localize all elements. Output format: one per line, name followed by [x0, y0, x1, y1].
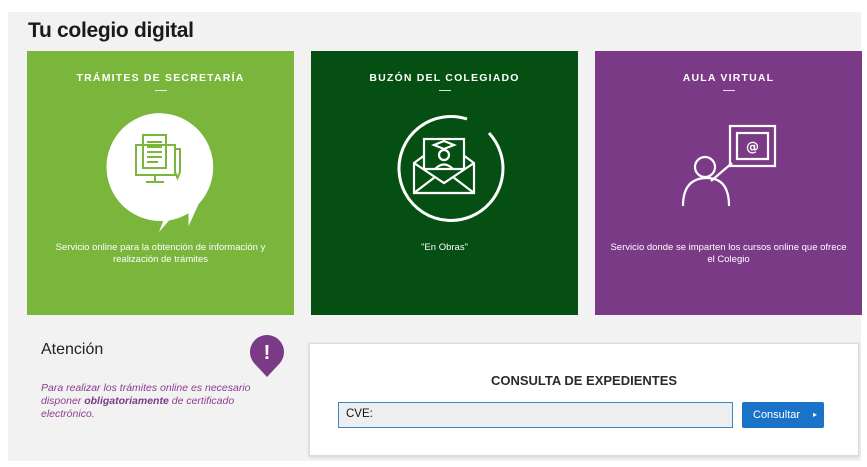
card-description: "En Obras"	[421, 242, 468, 253]
atencion-title: Atención	[41, 341, 104, 358]
exclamation-icon: !	[249, 335, 284, 377]
mail-graduate-icon	[397, 114, 505, 222]
card-buzon-colegiado[interactable]: BUZÓN DEL COLEGIADO "En Obras"	[311, 51, 578, 315]
consulta-expedientes-box: CONSULTA DE EXPEDIENTES CVE: Consultar ▸	[309, 343, 859, 456]
atencion-text: Para realizar los trámites online es nec…	[41, 382, 271, 421]
card-description: Servicio online para la obtención de inf…	[55, 242, 266, 265]
document-computer-icon	[106, 113, 214, 232]
card-aula-virtual[interactable]: AULA VIRTUAL @ Servicio donde se imparte…	[595, 51, 862, 315]
consulta-title: CONSULTA DE EXPEDIENTES	[490, 373, 678, 388]
card-tramites-secretaria[interactable]: TRÁMITES DE SECRETARÍA Servicio online p…	[27, 51, 294, 315]
cve-input[interactable]	[338, 402, 733, 428]
atencion-text-bold: obligatoriamente	[84, 395, 169, 407]
page-title: Tu colegio digital	[28, 19, 194, 42]
teacher-board-icon: @	[681, 124, 777, 207]
consultar-button[interactable]: Consultar ▸	[742, 402, 824, 428]
caret-right-icon: ▸	[812, 410, 817, 419]
card-description: Servicio donde se imparten los cursos on…	[610, 242, 847, 265]
svg-text:@: @	[746, 140, 759, 155]
consultar-button-label: Consultar	[753, 409, 801, 421]
badge-glyph: !	[264, 342, 271, 364]
